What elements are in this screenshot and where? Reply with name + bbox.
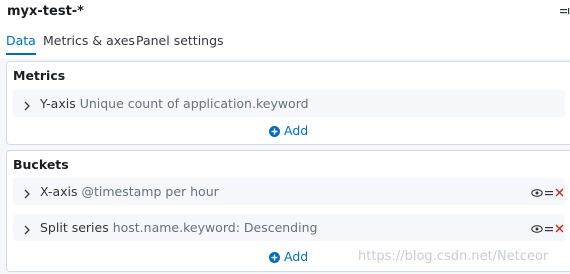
- tab-metrics-axes[interactable]: Metrics & axes: [43, 30, 135, 55]
- row-actions: [525, 185, 565, 199]
- agg-text: X-axis @timestamp per hour: [40, 178, 219, 205]
- chevron-right-icon[interactable]: [21, 185, 33, 199]
- metric-row-y-axis[interactable]: Y-axis Unique count of application.keywo…: [13, 90, 565, 117]
- watermark: https://blog.csdn.net/Netceor: [358, 249, 549, 264]
- chevron-right-icon[interactable]: [21, 221, 33, 235]
- agg-text: Y-axis Unique count of application.keywo…: [40, 90, 309, 117]
- buckets-title: Buckets: [13, 157, 69, 172]
- agg-label: X-axis: [40, 184, 78, 199]
- bucket-row-x-axis[interactable]: X-axis @timestamp per hour: [13, 178, 565, 205]
- drag-handle-icon[interactable]: [545, 221, 553, 235]
- tab-data[interactable]: Data: [6, 30, 36, 55]
- index-pattern-title: myx-test-*: [7, 4, 84, 19]
- metrics-panel: Metrics Y-axis Unique count of applicati…: [6, 61, 570, 145]
- remove-icon[interactable]: [555, 221, 564, 235]
- add-label: Add: [284, 249, 309, 264]
- collapse-sidebar-icon[interactable]: [560, 6, 570, 18]
- add-label: Add: [284, 123, 309, 138]
- editor-header: myx-test-* Data Metrics & axes Panel set…: [0, 0, 570, 58]
- bucket-row-split-series[interactable]: Split series host.name.keyword: Descendi…: [13, 214, 565, 241]
- plus-in-circle-icon: [269, 251, 280, 263]
- agg-text: Split series host.name.keyword: Descendi…: [40, 214, 317, 241]
- remove-icon[interactable]: [555, 185, 564, 199]
- eye-icon[interactable]: [531, 185, 543, 199]
- editor-tabs: Data Metrics & axes Panel settings: [0, 30, 570, 55]
- agg-description: host.name.keyword: Descending: [112, 220, 318, 235]
- agg-label: Split series: [40, 220, 109, 235]
- chevron-right-icon[interactable]: [21, 97, 33, 111]
- drag-handle-icon[interactable]: [545, 185, 553, 199]
- agg-description: @timestamp per hour: [81, 184, 219, 199]
- eye-icon[interactable]: [531, 221, 543, 235]
- plus-in-circle-icon: [269, 125, 280, 137]
- tab-panel-settings[interactable]: Panel settings: [136, 30, 224, 55]
- row-actions: [525, 221, 565, 235]
- agg-label: Y-axis: [40, 96, 76, 111]
- agg-description: Unique count of application.keyword: [79, 96, 309, 111]
- metrics-title: Metrics: [13, 68, 66, 83]
